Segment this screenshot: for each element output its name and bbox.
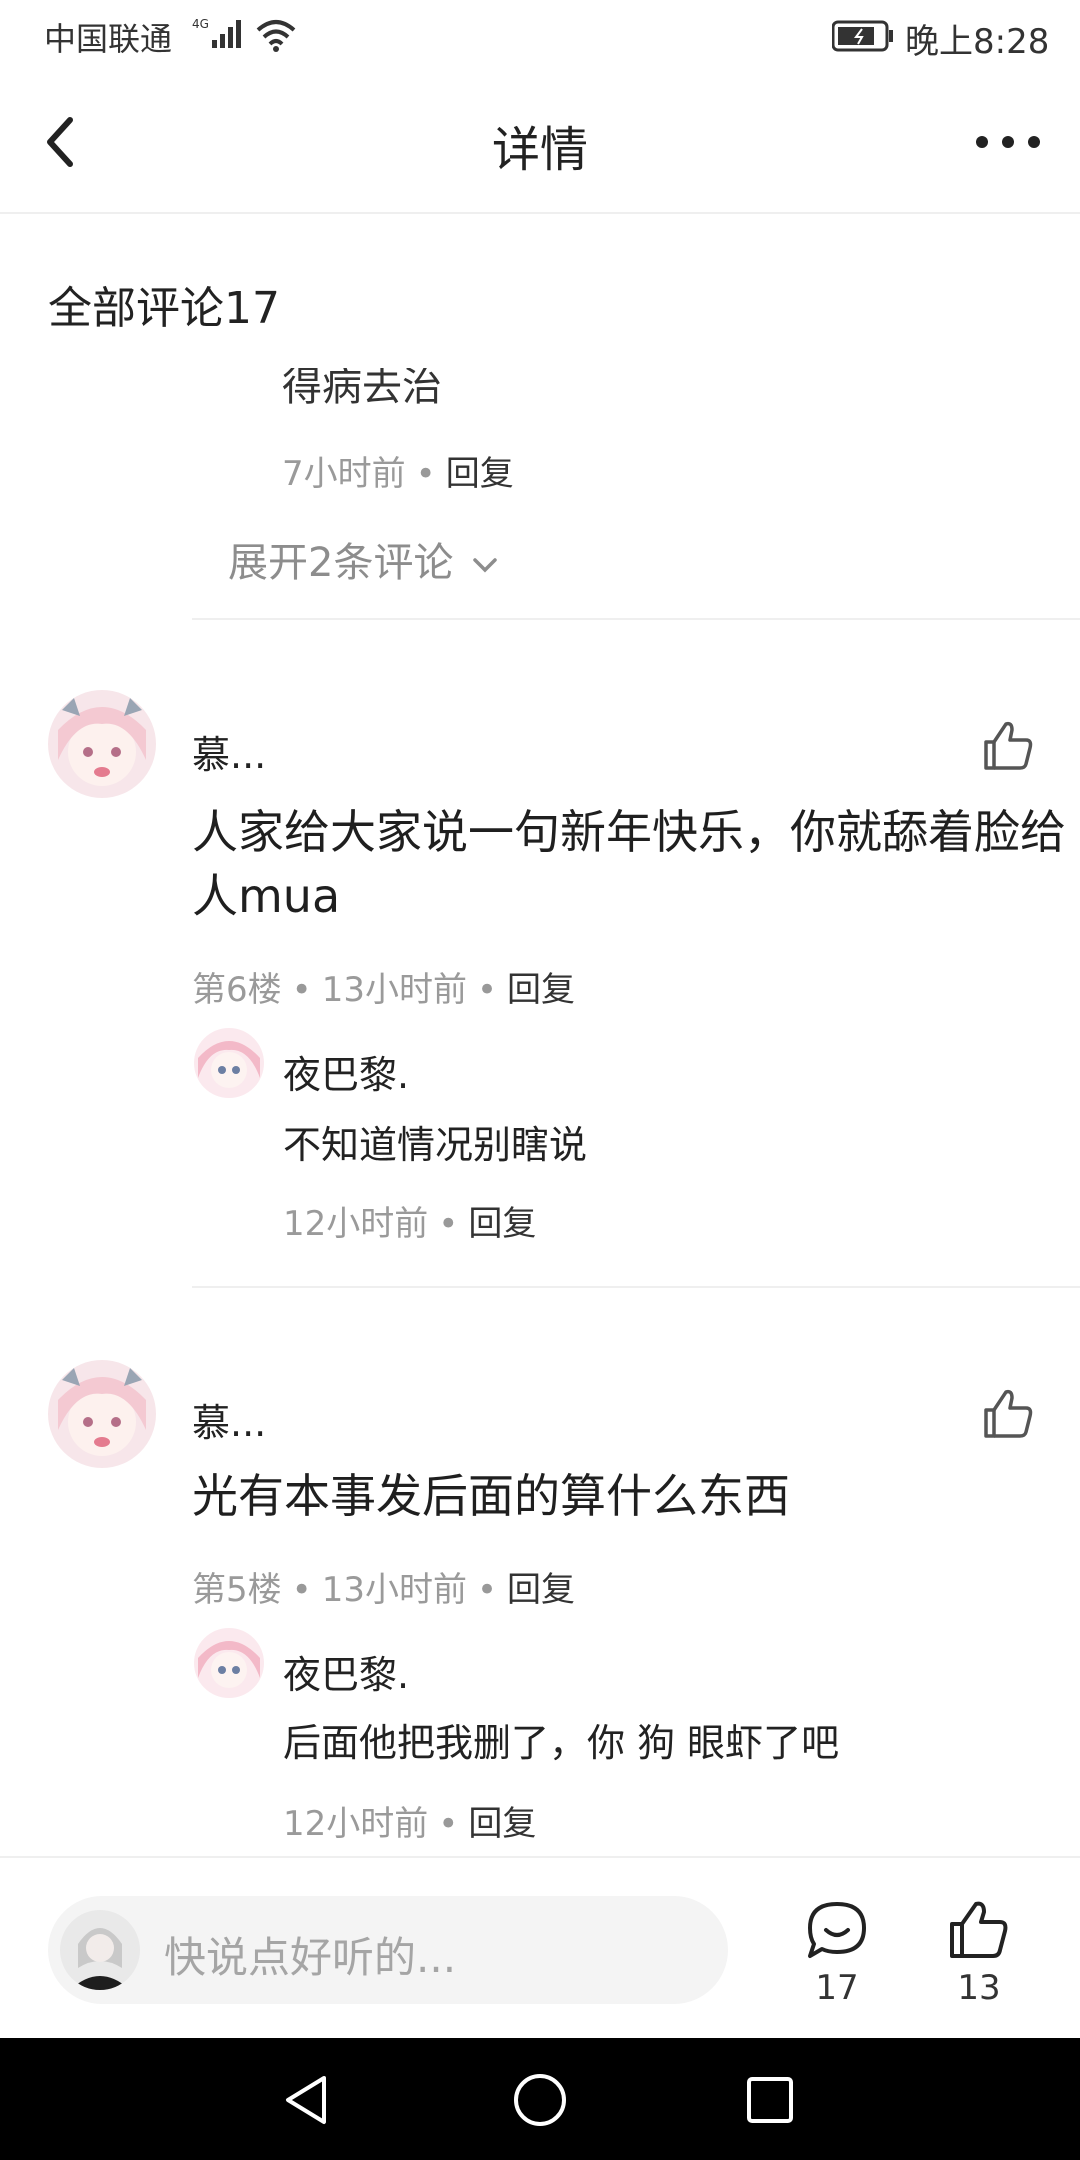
like-count-button[interactable]: 13	[944, 1898, 1014, 2008]
avatar[interactable]	[48, 1360, 156, 1468]
reply-time: 12小时前	[283, 1204, 429, 1244]
carrier-label: 中国联通	[44, 20, 173, 58]
bottom-comment-bar: 快说点好听的... 17 13	[0, 1856, 1080, 2040]
status-time: 晚上8:28	[905, 22, 1050, 62]
avatar[interactable]	[194, 1628, 264, 1698]
svg-text:4G: 4G	[192, 17, 209, 31]
wifi-icon	[256, 20, 296, 52]
avatar	[60, 1910, 140, 1990]
divider	[192, 618, 1080, 620]
avatar-image	[194, 1628, 264, 1698]
nav-home-icon[interactable]	[512, 2072, 568, 2128]
reply-button[interactable]: 回复	[468, 1804, 536, 1844]
clipped-reply-text-content: 得病去治	[282, 368, 442, 408]
nav-recents-icon[interactable]	[746, 2076, 794, 2124]
reply-text: 后面他把我删了，你 狗 眼虾了吧	[283, 1721, 840, 1765]
comment-meta: 第6楼 • 13小时前 • 回复	[192, 962, 575, 1011]
comment-text: 人家给大家说一句新年快乐，你就舔着脸给人mua	[192, 805, 1066, 923]
comment-input[interactable]: 快说点好听的...	[48, 1896, 728, 2004]
status-bar: 中国联通 4G 晚上8:28	[0, 0, 1080, 72]
meta-separator: •	[476, 970, 498, 1010]
reply-username[interactable]: 夜巴黎.	[283, 1044, 409, 1099]
like-count: 13	[957, 1968, 1001, 2008]
floor-label: 第5楼	[192, 1570, 282, 1610]
reply-username[interactable]: 夜巴黎.	[283, 1644, 409, 1699]
meta-separator: •	[291, 1570, 312, 1610]
meta-separator: •	[438, 1204, 459, 1244]
reply-text: 不知道情况别瞎说	[283, 1123, 588, 1167]
nav-back-icon[interactable]	[282, 2074, 332, 2126]
battery-icon	[832, 20, 893, 52]
comment-username[interactable]: 慕...	[192, 1392, 266, 1447]
comments-heading: 全部评论17	[48, 283, 280, 334]
comment-count-button[interactable]: 17	[802, 1898, 872, 2008]
meta-separator: •	[476, 1570, 498, 1610]
thumbs-up-icon[interactable]	[980, 1386, 1036, 1442]
reply-button[interactable]: 回复	[446, 454, 514, 494]
app-header: 详情	[0, 72, 1080, 214]
avatar-image	[48, 1360, 156, 1468]
clipped-reply-text: 得病去治	[282, 368, 682, 408]
avatar[interactable]	[48, 690, 156, 798]
avatar[interactable]	[194, 1028, 264, 1098]
comment-meta: 第5楼 • 13小时前 • 回复	[192, 1562, 575, 1611]
avatar-image	[194, 1028, 264, 1098]
expand-replies-button[interactable]: 展开2条评论	[228, 530, 500, 588]
avatar-image	[60, 1910, 140, 1990]
thumbs-up-icon[interactable]	[980, 718, 1036, 774]
page-title: 详情	[491, 122, 588, 178]
comment-username[interactable]: 慕...	[192, 724, 266, 779]
reply-meta: 12小时前 • 回复	[283, 1196, 536, 1245]
meta-separator: •	[291, 970, 312, 1010]
comment-input-placeholder: 快说点好听的...	[164, 1933, 457, 1982]
reply-time: 7小时前	[282, 454, 406, 494]
divider	[192, 1286, 1080, 1288]
expand-replies-label: 展开2条评论	[228, 540, 454, 586]
chevron-down-icon	[473, 558, 497, 573]
reply-button[interactable]: 回复	[507, 1570, 575, 1610]
comment-icon	[808, 1902, 866, 1958]
signal-icon: 4G	[192, 17, 241, 48]
thumbs-up-icon	[950, 1901, 1008, 1958]
comment-text: 光有本事发后面的算什么东西	[192, 1469, 790, 1523]
comment-count: 17	[815, 1968, 859, 2008]
reply-meta: 12小时前 • 回复	[283, 1796, 536, 1845]
clipped-reply-meta: 7小时前 • 回复	[282, 446, 514, 495]
meta-separator: •	[415, 454, 436, 494]
meta-separator: •	[438, 1804, 459, 1844]
system-nav-bar	[0, 2038, 1080, 2160]
floor-label: 第6楼	[192, 970, 282, 1010]
comment-time: 13小时前	[321, 970, 467, 1010]
avatar-image	[48, 690, 156, 798]
reply-button[interactable]: 回复	[507, 970, 575, 1010]
reply-time: 12小时前	[283, 1804, 429, 1844]
reply-button[interactable]: 回复	[468, 1204, 536, 1244]
more-icon[interactable]	[968, 122, 1048, 162]
comment-time: 13小时前	[321, 1570, 467, 1610]
